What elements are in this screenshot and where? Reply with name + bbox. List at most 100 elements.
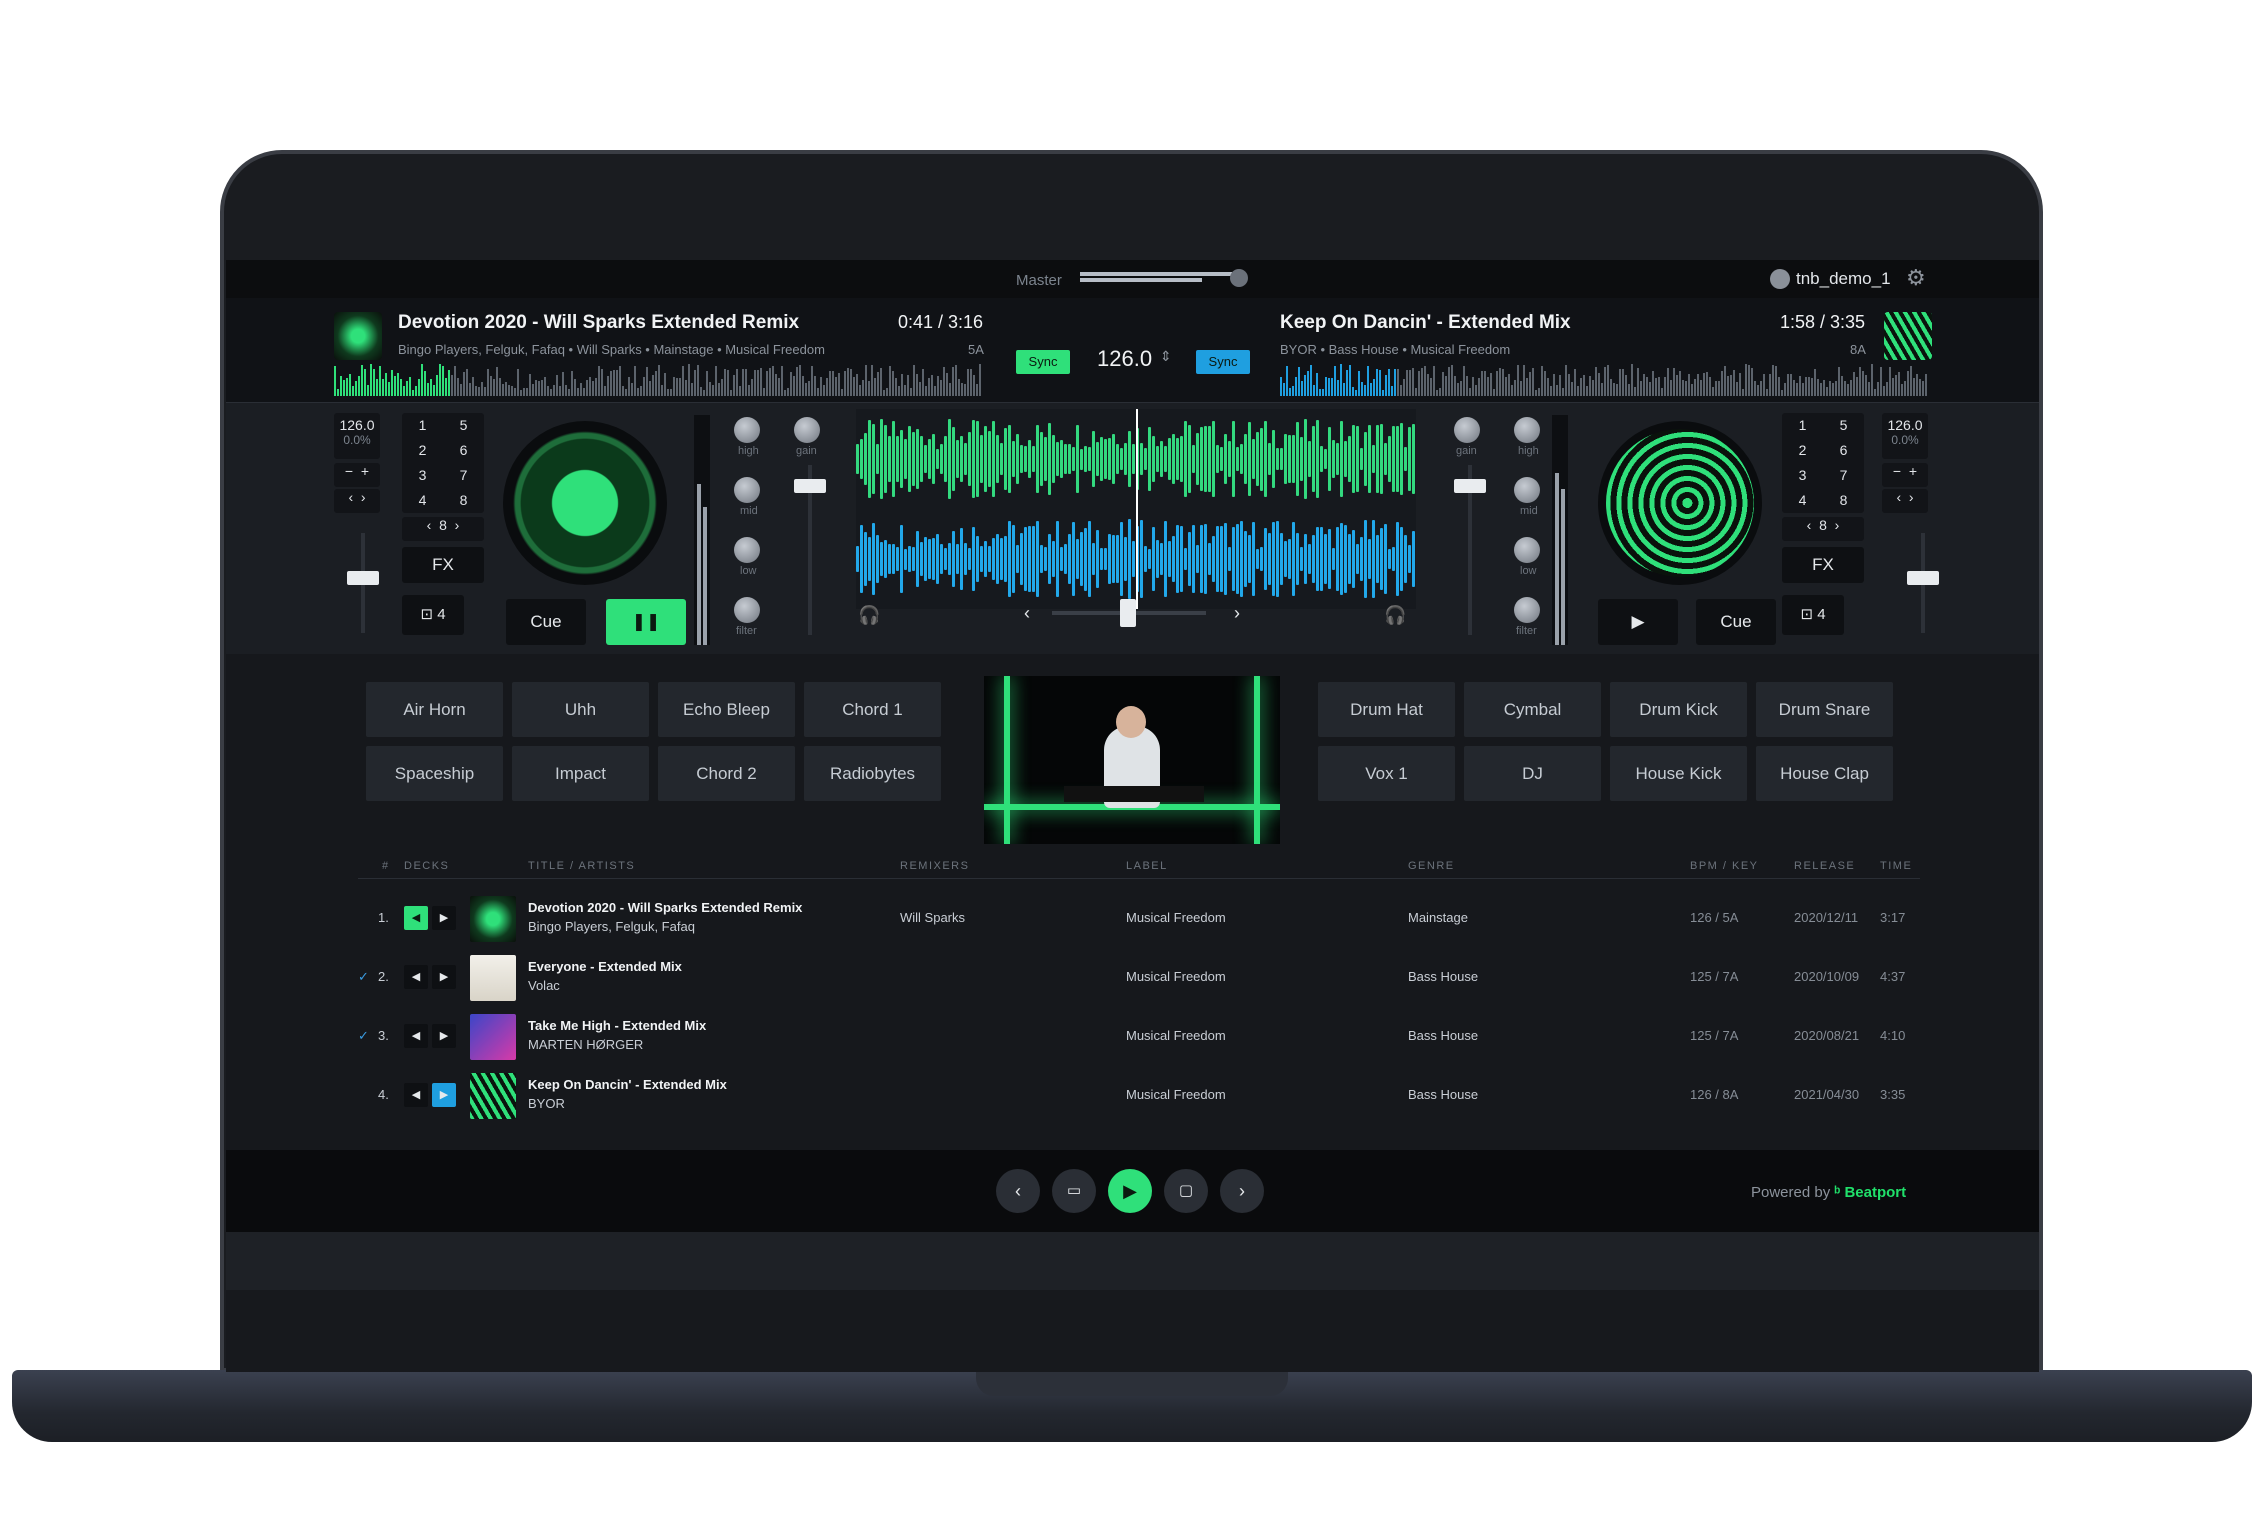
sampler-left-pad[interactable]: Echo Bleep (658, 682, 795, 737)
deck-a-fx-button[interactable]: FX (402, 547, 484, 583)
crossfader-handle[interactable] (1120, 599, 1136, 627)
load-deck-a-button[interactable]: ◀ (404, 906, 428, 930)
deck-a-pitch-handle[interactable] (347, 571, 379, 585)
deck-a-volume-handle[interactable] (794, 479, 826, 493)
hotcue-pad[interactable]: 8 (443, 488, 484, 513)
sampler-left-pad[interactable]: Air Horn (366, 682, 503, 737)
deck-a-overview-waveform[interactable] (334, 362, 984, 396)
deck-b-high-knob[interactable] (1514, 417, 1540, 443)
load-deck-b-button[interactable]: ▶ (432, 1024, 456, 1048)
track-title[interactable]: Take Me High - Extended Mix (528, 1018, 706, 1033)
deck-a-low-knob[interactable] (734, 537, 760, 563)
deck-b-beatjump[interactable]: ⊡ 4 (1782, 595, 1844, 635)
hotcue-pad[interactable]: 2 (1782, 438, 1823, 463)
deck-b-pitch-buttons[interactable]: − + (1882, 463, 1928, 487)
hotcue-pad[interactable]: 5 (443, 413, 484, 438)
sampler-right-pad[interactable]: Drum Snare (1756, 682, 1893, 737)
deck-b-overview-waveform[interactable] (1280, 362, 1930, 396)
track-title[interactable]: Everyone - Extended Mix (528, 959, 682, 974)
hotcue-pad[interactable]: 3 (1782, 463, 1823, 488)
deck-a-high-knob[interactable] (734, 417, 760, 443)
load-deck-b-button[interactable]: ▶ (432, 965, 456, 989)
deck-a-pitch-buttons[interactable]: − + (334, 463, 380, 487)
load-deck-a-button[interactable]: ◀ (404, 1083, 428, 1107)
hotcue-pad[interactable]: 4 (402, 488, 443, 513)
header-title[interactable]: TITLE / ARTISTS (528, 860, 635, 872)
deck-a-nudge-buttons[interactable]: ‹ › (334, 489, 380, 513)
sampler-left-pad[interactable]: Chord 2 (658, 746, 795, 801)
header-time[interactable]: TIME (1880, 860, 1912, 872)
chevron-left-icon[interactable]: ‹ (1024, 603, 1030, 624)
table-row[interactable]: 4. ◀ ▶ Keep On Dancin' - Extended Mix BYOR Mu… (358, 1067, 1920, 1125)
sampler-right-pad[interactable]: Drum Kick (1610, 682, 1747, 737)
fullscreen-icon[interactable]: ▢ (1164, 1169, 1208, 1213)
load-deck-b-button[interactable]: ▶ (432, 1083, 456, 1107)
beatport-logo[interactable]: ᵇ Beatport (1834, 1184, 1906, 1201)
hotcue-pad[interactable]: 6 (443, 438, 484, 463)
deck-a-pause-button[interactable]: ❚❚ (606, 599, 686, 645)
load-deck-a-button[interactable]: ◀ (404, 965, 428, 989)
hotcue-pad[interactable]: 6 (1823, 438, 1864, 463)
deck-b-hotcue-pads[interactable]: 15263748 (1782, 413, 1864, 513)
deck-a-loop-size[interactable]: ‹ 8 › (402, 517, 484, 541)
deck-b-platter[interactable] (1598, 421, 1762, 585)
table-row[interactable]: ✓ 2. ◀ ▶ Everyone - Extended Mix Volac Musical… (358, 949, 1920, 1007)
deck-a-filter-knob[interactable] (734, 597, 760, 623)
deck-b-play-button[interactable]: ▶ (1598, 599, 1678, 645)
load-deck-a-button[interactable]: ◀ (404, 1024, 428, 1048)
sampler-right-pad[interactable]: House Clap (1756, 746, 1893, 801)
next-button[interactable]: › (1220, 1169, 1264, 1213)
load-deck-b-button[interactable]: ▶ (432, 906, 456, 930)
headphones-a-icon[interactable]: 🎧 (858, 605, 880, 626)
bpm-stepper-icon[interactable]: ⇕ (1160, 348, 1172, 365)
deck-a-platter[interactable] (503, 421, 667, 585)
hotcue-pad[interactable]: 4 (1782, 488, 1823, 513)
deck-a-cue-button[interactable]: Cue (506, 599, 586, 645)
header-release[interactable]: RELEASE (1794, 860, 1855, 872)
header-remixers[interactable]: REMIXERS (900, 860, 969, 872)
hotcue-pad[interactable]: 1 (1782, 413, 1823, 438)
sampler-left-pad[interactable]: Radiobytes (804, 746, 941, 801)
track-title[interactable]: Devotion 2020 - Will Sparks Extended Rem… (528, 900, 802, 915)
deck-a-mid-knob[interactable] (734, 477, 760, 503)
master-volume-knob[interactable] (1230, 269, 1248, 287)
deck-a-hotcue-pads[interactable]: 15263748 (402, 413, 484, 513)
previous-button[interactable]: ‹ (996, 1169, 1040, 1213)
table-row[interactable]: 1. ◀ ▶ Devotion 2020 - Will Sparks Extended… (358, 890, 1920, 948)
hotcue-pad[interactable]: 2 (402, 438, 443, 463)
sampler-right-pad[interactable]: Drum Hat (1318, 682, 1455, 737)
deck-b-gain-knob[interactable] (1454, 417, 1480, 443)
deck-b-cue-button[interactable]: Cue (1696, 599, 1776, 645)
chevron-right-icon[interactable]: › (1234, 603, 1240, 624)
deck-a-beatjump[interactable]: ⊡ 4 (402, 595, 464, 635)
play-button[interactable]: ▶ (1108, 1169, 1152, 1213)
window-icon[interactable]: ▭ (1052, 1169, 1096, 1213)
deck-a-sync-button[interactable]: Sync (1016, 350, 1070, 374)
table-row[interactable]: ✓ 3. ◀ ▶ Take Me High - Extended Mix MARTEN H… (358, 1008, 1920, 1066)
header-genre[interactable]: GENRE (1408, 860, 1455, 872)
hotcue-pad[interactable]: 8 (1823, 488, 1864, 513)
deck-b-volume-handle[interactable] (1454, 479, 1486, 493)
deck-b-nudge-buttons[interactable]: ‹ › (1882, 489, 1928, 513)
hotcue-pad[interactable]: 3 (402, 463, 443, 488)
sampler-right-pad[interactable]: House Kick (1610, 746, 1747, 801)
sampler-left-pad[interactable]: Impact (512, 746, 649, 801)
gear-icon[interactable]: ⚙ (1906, 266, 1930, 290)
deck-b-filter-knob[interactable] (1514, 597, 1540, 623)
sampler-left-pad[interactable]: Uhh (512, 682, 649, 737)
deck-b-pitch-handle[interactable] (1907, 571, 1939, 585)
user-menu[interactable]: tnb_demo_1 (1770, 269, 1891, 289)
header-label[interactable]: LABEL (1126, 860, 1168, 872)
sampler-right-pad[interactable]: DJ (1464, 746, 1601, 801)
sampler-left-pad[interactable]: Spaceship (366, 746, 503, 801)
deck-b-sync-button[interactable]: Sync (1196, 350, 1250, 374)
deck-b-fx-button[interactable]: FX (1782, 547, 1864, 583)
waveform-display[interactable] (856, 409, 1416, 609)
headphones-b-icon[interactable]: 🎧 (1384, 605, 1406, 626)
sampler-right-pad[interactable]: Cymbal (1464, 682, 1601, 737)
hotcue-pad[interactable]: 5 (1823, 413, 1864, 438)
deck-b-loop-size[interactable]: ‹ 8 › (1782, 517, 1864, 541)
sampler-right-pad[interactable]: Vox 1 (1318, 746, 1455, 801)
deck-b-low-knob[interactable] (1514, 537, 1540, 563)
track-title[interactable]: Keep On Dancin' - Extended Mix (528, 1077, 727, 1092)
